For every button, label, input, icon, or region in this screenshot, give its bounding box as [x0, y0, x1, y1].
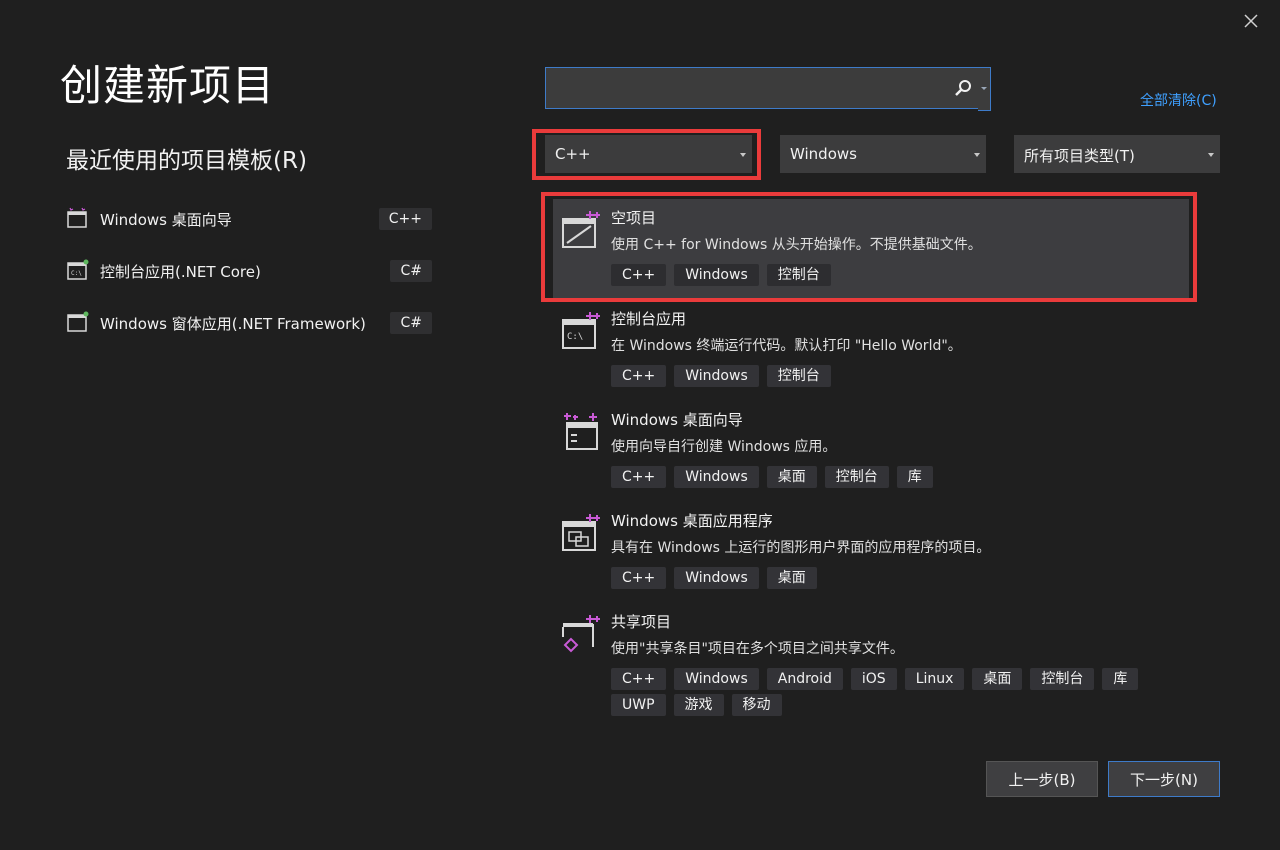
platform-filter-value: Windows [790, 145, 857, 163]
windows-desktop-wizard-icon [564, 413, 598, 450]
tag: Windows [674, 668, 759, 690]
recent-templates-heading: 最近使用的项目模板(R) [66, 148, 307, 174]
template-tags: C++ Windows Android iOS Linux 桌面 控制台 库 U… [611, 668, 1151, 716]
search-icon[interactable] [953, 78, 973, 98]
template-tags: C++ Windows 桌面 控制台 库 [611, 466, 1151, 488]
tag: Windows [674, 466, 759, 488]
recent-item-name: 控制台应用(.NET Core) [100, 263, 261, 281]
tag: 库 [1102, 668, 1139, 690]
close-icon[interactable] [1238, 10, 1264, 32]
tag: Windows [674, 567, 759, 589]
shared-project-icon [562, 615, 600, 653]
svg-text:C:\: C:\ [567, 332, 583, 342]
page-title: 创建新项目 [60, 61, 276, 110]
template-name: 控制台应用 [611, 310, 687, 328]
tag: 桌面 [766, 466, 817, 488]
windows-desktop-app-icon [562, 514, 600, 551]
recent-item[interactable]: C:\ 控制台应用(.NET Core) C# [66, 254, 436, 306]
recent-item-language: C++ [378, 208, 432, 230]
tag: iOS [850, 668, 897, 690]
highlight-box [532, 129, 761, 180]
tag: 桌面 [972, 668, 1023, 690]
template-item-shared-project[interactable]: 共享项目 使用"共享条目"项目在多个项目之间共享文件。 C++ Windows … [553, 603, 1189, 733]
chevron-down-icon [1208, 153, 1214, 157]
template-name: 共享项目 [611, 613, 672, 631]
template-name: Windows 桌面向导 [611, 411, 743, 429]
recent-item-language: C# [390, 312, 432, 334]
recent-item-name: Windows 窗体应用(.NET Framework) [100, 315, 366, 333]
tag: 控制台 [766, 365, 831, 387]
template-item-windows-desktop-app[interactable]: Windows 桌面应用程序 具有在 Windows 上运行的图形用户界面的应用… [553, 502, 1189, 603]
search-input[interactable] [545, 67, 979, 109]
windows-desktop-wizard-icon [67, 207, 87, 228]
console-app-icon: C:\ [562, 312, 600, 349]
svg-text:C:\: C:\ [71, 270, 82, 277]
tag: 控制台 [824, 466, 889, 488]
project-type-filter-value: 所有项目类型(T) [1024, 147, 1135, 165]
project-type-filter[interactable]: 所有项目类型(T) [1014, 135, 1220, 173]
chevron-down-icon [974, 153, 980, 157]
windows-forms-icon [67, 311, 89, 332]
tag: Android [766, 668, 843, 690]
recent-item[interactable]: Windows 桌面向导 C++ [66, 202, 436, 254]
recent-templates-list: Windows 桌面向导 C++ C:\ 控制台应用(.NET Core) C#… [66, 202, 436, 358]
template-item-windows-desktop-wizard[interactable]: Windows 桌面向导 使用向导自行创建 Windows 应用。 C++ Wi… [553, 401, 1189, 502]
chevron-down-icon [981, 87, 987, 90]
template-tags: C++ Windows 桌面 [611, 567, 1151, 589]
tag: C++ [611, 668, 667, 690]
recent-item[interactable]: Windows 窗体应用(.NET Framework) C# [66, 306, 436, 358]
template-description: 在 Windows 终端运行代码。默认打印 "Hello World"。 [611, 338, 962, 354]
tag: 游戏 [673, 694, 724, 716]
console-app-icon: C:\ [67, 259, 89, 280]
platform-filter[interactable]: Windows [780, 135, 986, 173]
tag: C++ [611, 466, 667, 488]
template-description: 使用向导自行创建 Windows 应用。 [611, 439, 837, 455]
template-item-console-app[interactable]: C:\ 控制台应用 在 Windows 终端运行代码。默认打印 "Hello W… [553, 300, 1189, 401]
tag: UWP [611, 694, 666, 716]
tag: 移动 [731, 694, 782, 716]
tag: Windows [674, 365, 759, 387]
clear-all-link[interactable]: 全部清除(C) [1140, 90, 1217, 110]
tag: Linux [904, 668, 965, 690]
recent-item-name: Windows 桌面向导 [100, 211, 232, 229]
tag: 库 [896, 466, 933, 488]
next-button[interactable]: 下一步(N) [1108, 761, 1220, 797]
template-name: Windows 桌面应用程序 [611, 512, 773, 530]
search-dropdown-button[interactable] [978, 67, 991, 111]
tag: C++ [611, 365, 667, 387]
template-tags: C++ Windows 控制台 [611, 365, 1151, 387]
template-description: 具有在 Windows 上运行的图形用户界面的应用程序的项目。 [611, 540, 991, 556]
highlight-box [541, 192, 1197, 302]
template-description: 使用"共享条目"项目在多个项目之间共享文件。 [611, 641, 904, 657]
create-project-dialog: 创建新项目 最近使用的项目模板(R) Windows 桌面向导 C++ C:\ … [0, 0, 1280, 850]
tag: 桌面 [766, 567, 817, 589]
recent-item-language: C# [390, 260, 432, 282]
back-button[interactable]: 上一步(B) [986, 761, 1098, 797]
tag: C++ [611, 567, 667, 589]
tag: 控制台 [1030, 668, 1095, 690]
